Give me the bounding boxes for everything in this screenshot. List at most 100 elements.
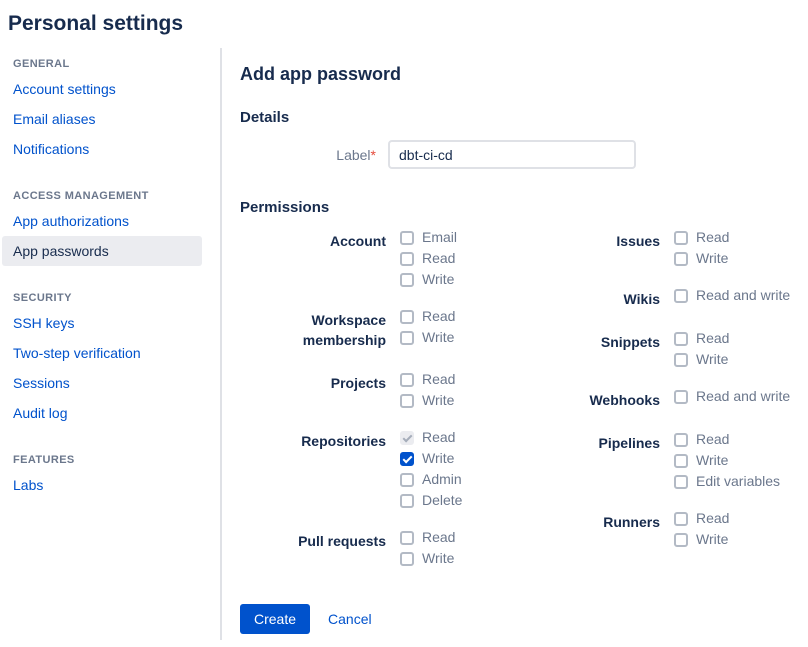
permission-options: Read Write Admin bbox=[400, 430, 462, 508]
option-workspace-read[interactable]: Read bbox=[400, 309, 455, 324]
permission-group-label: Repositories bbox=[240, 430, 400, 451]
option-snippets-write[interactable]: Write bbox=[674, 352, 729, 367]
permissions-heading: Permissions bbox=[240, 199, 808, 216]
permission-group-wikis: Wikis Read and write bbox=[558, 288, 808, 309]
option-pipelines-edit-variables[interactable]: Edit variables bbox=[674, 474, 780, 489]
option-workspace-write[interactable]: Write bbox=[400, 330, 455, 345]
checkbox-account-email[interactable] bbox=[400, 231, 414, 245]
settings-layout: GENERAL Account settings Email aliases N… bbox=[0, 48, 808, 640]
option-account-write[interactable]: Write bbox=[400, 272, 457, 287]
checkbox-workspace-read[interactable] bbox=[400, 310, 414, 324]
sidebar-section-general: GENERAL Account settings Email aliases N… bbox=[2, 58, 202, 164]
checkbox-label: Read bbox=[696, 331, 729, 346]
checkbox-label: Read bbox=[422, 372, 455, 387]
form-actions: Create Cancel bbox=[240, 604, 808, 634]
option-account-email[interactable]: Email bbox=[400, 230, 457, 245]
cancel-link[interactable]: Cancel bbox=[328, 611, 372, 627]
checkbox-label: Write bbox=[696, 532, 728, 547]
option-pipelines-write[interactable]: Write bbox=[674, 453, 780, 468]
permission-options: Read Write Edit variables bbox=[674, 432, 780, 489]
checkbox-label: Write bbox=[422, 451, 454, 466]
permission-group-account: Account Email Read bbox=[240, 230, 558, 287]
create-button[interactable]: Create bbox=[240, 604, 310, 634]
permission-group-label: Webhooks bbox=[558, 389, 674, 410]
settings-sidebar: GENERAL Account settings Email aliases N… bbox=[0, 48, 222, 640]
permission-options: Email Read Write bbox=[400, 230, 457, 287]
option-runners-write[interactable]: Write bbox=[674, 532, 729, 547]
option-projects-write[interactable]: Write bbox=[400, 393, 455, 408]
permission-options: Read Write bbox=[400, 530, 455, 566]
checkbox-webhooks-read-and-write[interactable] bbox=[674, 390, 688, 404]
permission-group-pipelines: Pipelines Read Write bbox=[558, 432, 808, 489]
checkbox-pipelines-read[interactable] bbox=[674, 433, 688, 447]
permission-options: Read Write bbox=[400, 372, 455, 408]
option-projects-read[interactable]: Read bbox=[400, 372, 455, 387]
checkbox-repositories-delete[interactable] bbox=[400, 494, 414, 508]
label-input[interactable] bbox=[388, 140, 636, 169]
checkbox-pull-requests-write[interactable] bbox=[400, 552, 414, 566]
checkbox-label: Delete bbox=[422, 493, 462, 508]
permission-group-label: Issues bbox=[558, 230, 674, 251]
checkbox-wikis-read-and-write[interactable] bbox=[674, 289, 688, 303]
checkbox-pipelines-write[interactable] bbox=[674, 454, 688, 468]
option-pull-requests-read[interactable]: Read bbox=[400, 530, 455, 545]
sidebar-item-two-step-verification[interactable]: Two-step verification bbox=[2, 338, 202, 368]
sidebar-section-header: FEATURES bbox=[2, 454, 202, 470]
option-webhooks-read-and-write[interactable]: Read and write bbox=[674, 389, 790, 404]
sidebar-item-sessions[interactable]: Sessions bbox=[2, 368, 202, 398]
checkbox-projects-write[interactable] bbox=[400, 394, 414, 408]
permissions-section: Permissions Account Email bbox=[240, 199, 808, 566]
option-pull-requests-write[interactable]: Write bbox=[400, 551, 455, 566]
permission-group-webhooks: Webhooks Read and write bbox=[558, 389, 808, 410]
sidebar-item-app-authorizations[interactable]: App authorizations bbox=[2, 206, 202, 236]
checkbox-issues-read[interactable] bbox=[674, 231, 688, 245]
permission-options: Read Write bbox=[674, 331, 729, 367]
checkbox-projects-read[interactable] bbox=[400, 373, 414, 387]
checkbox-runners-read[interactable] bbox=[674, 512, 688, 526]
checkbox-label: Write bbox=[422, 272, 454, 287]
checkbox-pipelines-edit-variables[interactable] bbox=[674, 475, 688, 489]
sidebar-item-app-passwords[interactable]: App passwords bbox=[2, 236, 202, 266]
checkbox-repositories-admin[interactable] bbox=[400, 473, 414, 487]
checkbox-snippets-write[interactable] bbox=[674, 353, 688, 367]
sidebar-item-audit-log[interactable]: Audit log bbox=[2, 398, 202, 428]
option-issues-read[interactable]: Read bbox=[674, 230, 729, 245]
permission-group-label: Wikis bbox=[558, 288, 674, 309]
sidebar-item-notifications[interactable]: Notifications bbox=[2, 134, 202, 164]
checkbox-workspace-write[interactable] bbox=[400, 331, 414, 345]
checkbox-issues-write[interactable] bbox=[674, 252, 688, 266]
checkbox-snippets-read[interactable] bbox=[674, 332, 688, 346]
checkbox-label: Write bbox=[422, 393, 454, 408]
checkbox-label: Write bbox=[696, 352, 728, 367]
checkbox-label: Read bbox=[422, 530, 455, 545]
checkbox-account-read[interactable] bbox=[400, 252, 414, 266]
option-repositories-write[interactable]: Write bbox=[400, 451, 462, 466]
option-pipelines-read[interactable]: Read bbox=[674, 432, 780, 447]
permission-group-label: Snippets bbox=[558, 331, 674, 352]
option-wikis-read-and-write[interactable]: Read and write bbox=[674, 288, 790, 303]
checkbox-account-write[interactable] bbox=[400, 273, 414, 287]
sidebar-item-ssh-keys[interactable]: SSH keys bbox=[2, 308, 202, 338]
checkbox-runners-write[interactable] bbox=[674, 533, 688, 547]
main-content: Add app password Details Label* Permissi… bbox=[222, 48, 808, 640]
page-title: Personal settings bbox=[0, 0, 808, 48]
sidebar-item-account-settings[interactable]: Account settings bbox=[2, 74, 202, 104]
checkbox-pull-requests-read[interactable] bbox=[400, 531, 414, 545]
sidebar-item-labs[interactable]: Labs bbox=[2, 470, 202, 500]
checkbox-repositories-write[interactable] bbox=[400, 452, 414, 466]
option-repositories-read: Read bbox=[400, 430, 462, 445]
option-runners-read[interactable]: Read bbox=[674, 511, 729, 526]
option-repositories-delete[interactable]: Delete bbox=[400, 493, 462, 508]
permission-options: Read and write bbox=[674, 288, 790, 303]
sidebar-item-email-aliases[interactable]: Email aliases bbox=[2, 104, 202, 134]
sidebar-section-header: GENERAL bbox=[2, 58, 202, 74]
option-repositories-admin[interactable]: Admin bbox=[400, 472, 462, 487]
checkbox-label: Read and write bbox=[696, 288, 790, 303]
option-issues-write[interactable]: Write bbox=[674, 251, 729, 266]
sidebar-section-features: FEATURES Labs bbox=[2, 454, 202, 500]
label-caption-text: Label bbox=[336, 147, 370, 163]
permission-group-runners: Runners Read Write bbox=[558, 511, 808, 547]
option-snippets-read[interactable]: Read bbox=[674, 331, 729, 346]
option-account-read[interactable]: Read bbox=[400, 251, 457, 266]
checkbox-label: Write bbox=[422, 551, 454, 566]
